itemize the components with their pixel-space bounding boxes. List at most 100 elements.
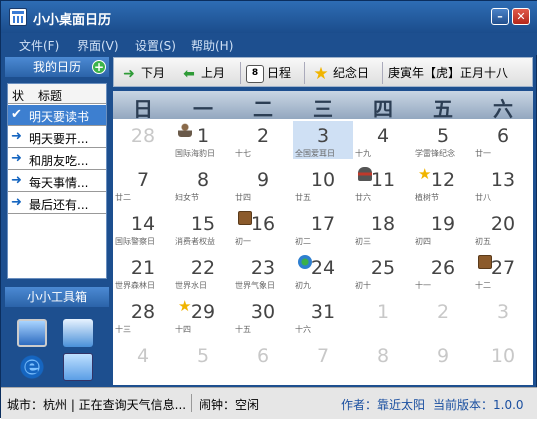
calendar-day[interactable]: 20 初五 xyxy=(473,209,533,247)
weekday-label: 二 xyxy=(253,97,273,121)
lunar-or-holiday-label: 初四 xyxy=(415,237,431,246)
calendar-day[interactable]: 26 十一 xyxy=(413,253,473,291)
calendar-day[interactable]: 13 廿八 xyxy=(473,165,533,203)
calendar-day[interactable]: 21 世界森林日 xyxy=(113,253,173,291)
menu-help[interactable]: 帮助(H) xyxy=(191,37,233,54)
day-number: 15 xyxy=(190,213,216,235)
todo-item[interactable]: ➜ 每天事情... xyxy=(8,171,106,192)
calendar-day[interactable]: 1 xyxy=(353,297,413,335)
my-calendar-header: 我的日历 + xyxy=(5,57,109,77)
calendar-day[interactable]: 24 初九 xyxy=(293,253,353,291)
calendar-day[interactable]: 9 廿四 xyxy=(233,165,293,203)
calendar-day[interactable]: 9 xyxy=(413,341,473,379)
calendar-day[interactable]: 5 学雷锋纪念 xyxy=(413,121,473,159)
todo-item[interactable]: ➜ 最后还有... xyxy=(8,193,106,214)
add-icon[interactable]: + xyxy=(92,60,106,74)
anniversary-label: 纪念日 xyxy=(333,66,370,80)
calendar-day[interactable]: 2 十七 xyxy=(233,121,293,159)
calendar-day[interactable]: ★ 12 植树节 xyxy=(413,165,473,203)
lunar-or-holiday-label: 植树节 xyxy=(415,193,439,202)
lunar-or-holiday-label: 初一 xyxy=(235,237,251,246)
calendar-day[interactable]: 4 xyxy=(113,341,173,379)
calendar-app-icon xyxy=(9,8,27,26)
calendar-day[interactable]: 3 xyxy=(473,297,533,335)
calendar-day[interactable]: ★ 29 十四 xyxy=(173,297,233,335)
calendar-day[interactable]: 19 初四 xyxy=(413,209,473,247)
prev-month-button[interactable]: ⬅ 上月 xyxy=(180,62,225,84)
todo-item[interactable]: ➜ 明天要开... xyxy=(8,127,106,148)
city-weather-status: 城市：杭州 | 正在查询天气信息... xyxy=(7,398,187,412)
day-number: 1 xyxy=(376,301,390,323)
window-title: 小小桌面日历 xyxy=(33,13,112,28)
day-number: 6 xyxy=(496,125,510,147)
calendar-day[interactable]: 31 十六 xyxy=(293,297,353,335)
calendar-day[interactable]: 7 廿二 xyxy=(113,165,173,203)
ie-icon[interactable]: e xyxy=(17,353,47,381)
calendar-day[interactable]: 15 消费者权益 xyxy=(173,209,233,247)
column-title[interactable]: 标题 xyxy=(38,87,62,104)
calendar-day[interactable]: 5 xyxy=(173,341,233,379)
calendar-day[interactable]: 17 初二 xyxy=(293,209,353,247)
minimize-button[interactable]: – xyxy=(491,8,509,25)
menu-file[interactable]: 文件(F) xyxy=(19,37,59,54)
calendar-day[interactable]: 8 妇女节 xyxy=(173,165,233,203)
day-number: 10 xyxy=(310,169,336,191)
lunar-or-holiday-label: 廿八 xyxy=(475,193,491,202)
calendar-day[interactable]: 22 世界水日 xyxy=(173,253,233,291)
calendar-day-today[interactable]: 3 全国爱耳日 xyxy=(293,121,353,159)
lunar-or-holiday-label: 十四 xyxy=(175,325,191,334)
menu-view[interactable]: 界面(V) xyxy=(77,37,119,54)
lunar-or-holiday-label: 国际海豹日 xyxy=(175,149,215,158)
author-label: 作者：靠近太阳 xyxy=(341,398,426,412)
calendar-day[interactable]: 27 十二 xyxy=(473,253,533,291)
lunar-or-holiday-label: 世界水日 xyxy=(175,281,207,290)
calendar-day[interactable]: 11 廿六 xyxy=(353,165,413,203)
day-number: 30 xyxy=(250,301,276,323)
column-status[interactable]: 状 xyxy=(12,87,24,104)
arrow-icon: ➜ xyxy=(11,129,22,144)
calendar-day[interactable]: 25 初十 xyxy=(353,253,413,291)
calendar-day[interactable]: 10 廿五 xyxy=(293,165,353,203)
calendar-day[interactable]: 10 xyxy=(473,341,533,379)
day-number: 18 xyxy=(370,213,396,235)
calendar-day[interactable]: 23 世界气象日 xyxy=(233,253,293,291)
calendar-day[interactable]: 30 十五 xyxy=(233,297,293,335)
calendar-day[interactable]: 6 廿一 xyxy=(473,121,533,159)
close-button[interactable]: ✕ xyxy=(512,8,530,25)
lunar-or-holiday-label: 十一 xyxy=(415,281,431,290)
toolbar-separator xyxy=(240,62,241,84)
monitor-icon[interactable] xyxy=(17,319,47,347)
window-icon[interactable] xyxy=(63,353,93,381)
calendar-day[interactable]: 6 xyxy=(233,341,293,379)
schedule-button[interactable]: 8 日程 xyxy=(246,62,291,84)
control-panel-icon[interactable] xyxy=(63,319,93,347)
lunar-or-holiday-label: 廿四 xyxy=(235,193,251,202)
anniversary-button[interactable]: ★ 纪念日 xyxy=(312,62,369,84)
day-number: 6 xyxy=(256,345,270,367)
lunar-or-holiday-label: 妇女节 xyxy=(175,193,199,202)
calendar-day[interactable]: 7 xyxy=(293,341,353,379)
calendar-day[interactable]: 28 xyxy=(113,121,173,159)
calendar-day[interactable]: 2 xyxy=(413,297,473,335)
day-number: 12 xyxy=(430,169,456,191)
calendar-day[interactable]: 14 国际警察日 xyxy=(113,209,173,247)
lunar-or-holiday-label: 廿五 xyxy=(295,193,311,202)
lunar-or-holiday-label: 世界森林日 xyxy=(115,281,155,290)
calendar-day[interactable]: 8 xyxy=(353,341,413,379)
lunar-or-holiday-label: 消费者权益 xyxy=(175,237,215,246)
lunar-or-holiday-label: 初九 xyxy=(295,281,311,290)
day-number: 20 xyxy=(490,213,516,235)
calendar-day[interactable]: 18 初三 xyxy=(353,209,413,247)
todo-item[interactable]: ➜ 和朋友吃... xyxy=(8,149,106,170)
calendar-day[interactable]: 16 初一 xyxy=(233,209,293,247)
calendar-day[interactable]: 1 国际海豹日 xyxy=(173,121,233,159)
day-number: 21 xyxy=(130,257,156,279)
day-number: 3 xyxy=(316,125,330,147)
title-bar[interactable]: 小小桌面日历 – ✕ xyxy=(1,1,537,33)
calendar-day[interactable]: 4 十九 xyxy=(353,121,413,159)
todo-item-title: 和朋友吃... xyxy=(29,154,89,168)
calendar-day[interactable]: 28 十三 xyxy=(113,297,173,335)
next-month-button[interactable]: ➜ 下月 xyxy=(120,62,165,84)
menu-settings[interactable]: 设置(S) xyxy=(135,37,176,54)
todo-item[interactable]: ✔ 明天要读书 xyxy=(8,105,106,126)
